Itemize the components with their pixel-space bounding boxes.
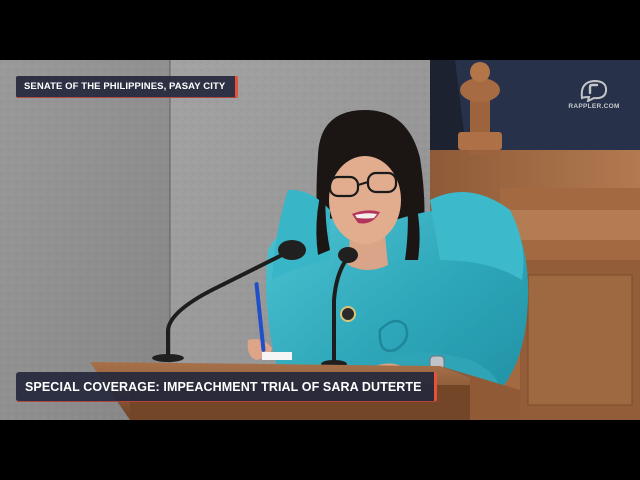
location-tag: SENATE OF THE PHILIPPINES, PASAY CITY xyxy=(16,76,239,98)
rappler-logo-icon xyxy=(580,79,608,102)
video-player[interactable]: SENATE OF THE PHILIPPINES, PASAY CITY RA… xyxy=(0,60,640,420)
watermark: RAPPLER.COM xyxy=(566,78,622,110)
video-frame: SENATE OF THE PHILIPPINES, PASAY CITY RA… xyxy=(0,0,640,480)
senate-scene xyxy=(0,60,640,420)
watermark-text: RAPPLER.COM xyxy=(568,103,620,110)
coverage-banner: SPECIAL COVERAGE: IMPEACHMENT TRIAL OF S… xyxy=(16,372,437,402)
